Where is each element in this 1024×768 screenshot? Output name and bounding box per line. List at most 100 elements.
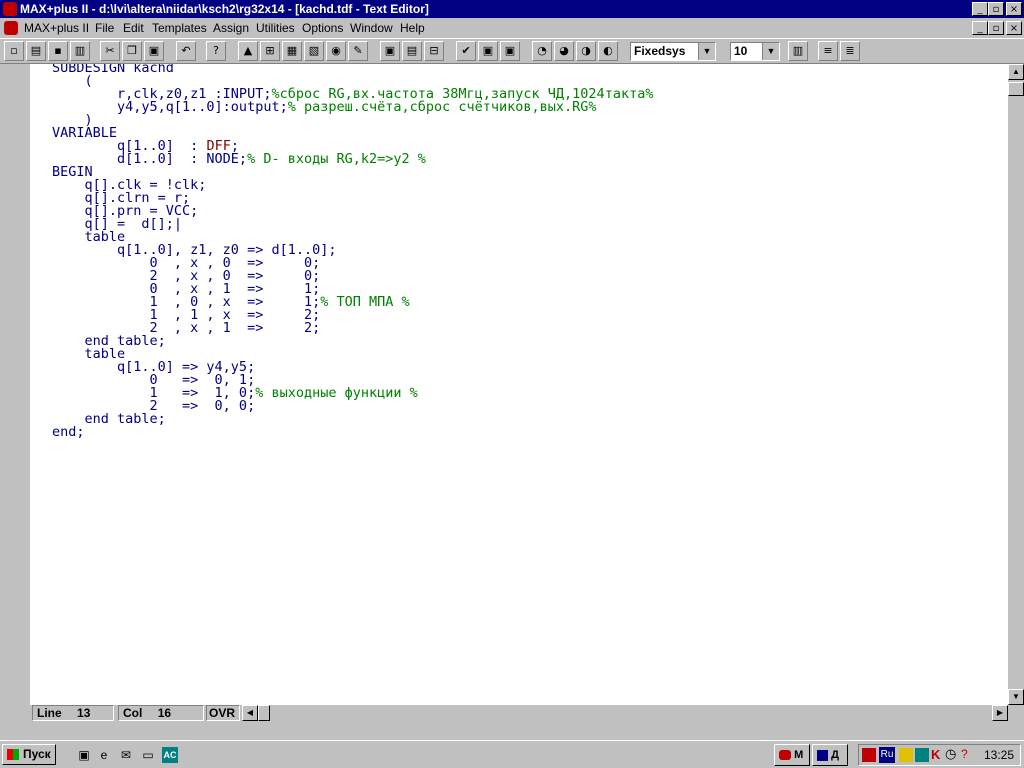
clock: 13:25 [983, 748, 1014, 762]
menu-help[interactable]: Help [400, 21, 425, 35]
task-word[interactable]: Д [812, 744, 848, 766]
tray-clock-icon[interactable]: ◷ [945, 746, 956, 762]
doc-restore-button[interactable]: ▫ [988, 21, 1004, 35]
menu-utilities[interactable]: Utilities [256, 21, 295, 35]
save-check-icon[interactable]: ✔ [456, 41, 476, 61]
tray-network-icon[interactable] [915, 748, 929, 762]
vertical-scrollbar[interactable]: ▲ ▼ [1008, 64, 1024, 705]
code-area[interactable]: SUBDESIGN kachd ( r,clk,z0,z1 :INPUT;%сб… [52, 64, 653, 439]
task-word-label: Д [831, 749, 839, 761]
maximize-button[interactable]: ▫ [988, 2, 1004, 16]
copy-icon[interactable]: ❐ [122, 41, 142, 61]
code-line[interactable]: d[1..0] : NODE;% D- входы RG,k2=>y2 % [52, 151, 653, 167]
internet-explorer-icon[interactable]: e [96, 747, 112, 763]
font-size-select[interactable]: 10 ▼ [730, 42, 780, 61]
col-label: Col [123, 706, 143, 720]
document-icon[interactable] [4, 21, 18, 35]
hierarchy-icon[interactable]: ⊞ [260, 41, 280, 61]
tray-folder-icon[interactable] [899, 748, 913, 762]
column-indicator: Col 16 [118, 705, 204, 721]
find-prev-icon[interactable]: ◐ [598, 41, 618, 61]
title-bar[interactable]: MAX+plus II - d:\lvi\altera\niidar\ksch2… [0, 0, 1024, 18]
scroll-up-icon[interactable]: ▲ [1008, 64, 1024, 80]
find-replace-icon[interactable]: ◕ [554, 41, 574, 61]
cut-icon[interactable]: ✂ [100, 41, 120, 61]
menu-templates[interactable]: Templates [152, 21, 207, 35]
tray-help-icon[interactable]: ? [961, 747, 968, 761]
code-comment: % D- входы RG,k2=>y2 % [247, 151, 426, 167]
minimize-button[interactable]: _ [972, 2, 988, 16]
scroll-left-icon[interactable]: ◀ [242, 705, 258, 721]
close-button[interactable]: × [1006, 2, 1022, 16]
paste-icon[interactable]: ▣ [144, 41, 164, 61]
tree-icon[interactable]: ⊟ [424, 41, 444, 61]
save-all-icon[interactable]: ▣ [500, 41, 520, 61]
menu-edit[interactable]: Edit [123, 21, 144, 35]
menu-maxplus[interactable]: MAX+plus II [24, 21, 89, 35]
code-comment: % выходные функции % [255, 385, 418, 401]
font-select[interactable]: Fixedsys ▼ [630, 42, 716, 61]
code-line[interactable]: SUBDESIGN kachd [52, 64, 653, 75]
scroll-thumb[interactable] [1008, 82, 1024, 96]
hierarchy-display-icon[interactable]: ▤ [402, 41, 422, 61]
print-setup-icon[interactable]: ▥ [788, 41, 808, 61]
code-comment: % разреш.счёта,сброс счётчиков,вых.RG% [287, 99, 597, 115]
compile-icon[interactable]: ▧ [304, 41, 324, 61]
find-next-icon[interactable]: ◑ [576, 41, 596, 61]
hierarchy-up-icon[interactable]: ▲ [238, 41, 258, 61]
window-title: MAX+plus II - d:\lvi\altera\niidar\ksch2… [20, 2, 429, 16]
start-button[interactable]: Пуск [2, 744, 56, 765]
font-select-value: Fixedsys [634, 44, 686, 58]
scroll-right-icon[interactable]: ▶ [992, 705, 1008, 721]
line-label: Line [37, 706, 62, 720]
status-bar: Line 13 Col 16 OVR ◀ ▶ [30, 705, 1024, 721]
code-line[interactable]: end table; [52, 412, 653, 426]
app-quicklaunch-icon[interactable]: AC [162, 747, 178, 763]
app-icon[interactable] [3, 2, 17, 16]
outlook-icon[interactable]: ✉ [118, 747, 134, 763]
overwrite-mode: OVR [206, 705, 240, 721]
desktop-icon[interactable]: ▣ [76, 747, 92, 763]
doc-minimize-button[interactable]: _ [972, 21, 988, 35]
tray-k-icon[interactable]: K [931, 747, 940, 762]
floorplan-icon[interactable]: ▦ [282, 41, 302, 61]
undo-icon[interactable]: ↶ [176, 41, 196, 61]
help-pointer-icon[interactable]: ? [206, 41, 226, 61]
new-file-icon[interactable]: ▫ [4, 41, 24, 61]
timing-icon[interactable]: ✎ [348, 41, 368, 61]
save-simulate-icon[interactable]: ▣ [478, 41, 498, 61]
hscroll-thumb[interactable] [258, 705, 270, 721]
open-folder-icon[interactable]: ▤ [26, 41, 46, 61]
task-maxplus[interactable]: M [774, 744, 810, 766]
taskbar: Пуск ▣ e ✉ ▭ AC M Д Ru K ◷ ? 13:25 [0, 740, 1024, 768]
task-maxplus-label: M [794, 749, 804, 761]
indent-icon[interactable]: ≡ [818, 41, 838, 61]
code-line[interactable]: q[] = d[];| [52, 217, 653, 231]
word-task-icon [817, 749, 828, 761]
menu-options[interactable]: Options [302, 21, 343, 35]
menu-window[interactable]: Window [350, 21, 393, 35]
monitor-icon[interactable]: ▭ [140, 747, 156, 763]
find-icon[interactable]: ◔ [532, 41, 552, 61]
chevron-down-icon[interactable]: ▼ [698, 43, 715, 60]
windows-flag-icon [7, 749, 19, 760]
simulate-icon[interactable]: ◉ [326, 41, 346, 61]
code-line[interactable]: ) [52, 113, 653, 127]
font-size-value: 10 [734, 44, 748, 58]
print-icon[interactable]: ▥ [70, 41, 90, 61]
code-line[interactable]: end; [52, 425, 653, 439]
doc-close-button[interactable]: × [1006, 21, 1022, 35]
toolbar: ▫ ▤ ▪ ▥ ✂ ❐ ▣ ↶ ? ▲ ⊞ ▦ ▧ ◉ ✎ ▣ ▤ ⊟ ✔ ▣ … [0, 38, 1024, 64]
project-icon[interactable]: ▣ [380, 41, 400, 61]
outdent-icon[interactable]: ≣ [840, 41, 860, 61]
language-indicator[interactable]: Ru [879, 747, 895, 763]
text-editor[interactable]: SUBDESIGN kachd ( r,clk,z0,z1 :INPUT;%сб… [30, 64, 1008, 705]
code-line[interactable]: end table; [52, 334, 653, 348]
menu-file[interactable]: File [95, 21, 114, 35]
menu-assign[interactable]: Assign [213, 21, 249, 35]
save-icon[interactable]: ▪ [48, 41, 68, 61]
code-line[interactable]: y4,y5,q[1..0]:output;% разреш.счёта,сбро… [52, 99, 653, 115]
tray-app-icon[interactable] [862, 748, 876, 762]
scroll-down-icon[interactable]: ▼ [1008, 689, 1024, 705]
chevron-down-icon[interactable]: ▼ [762, 43, 779, 60]
